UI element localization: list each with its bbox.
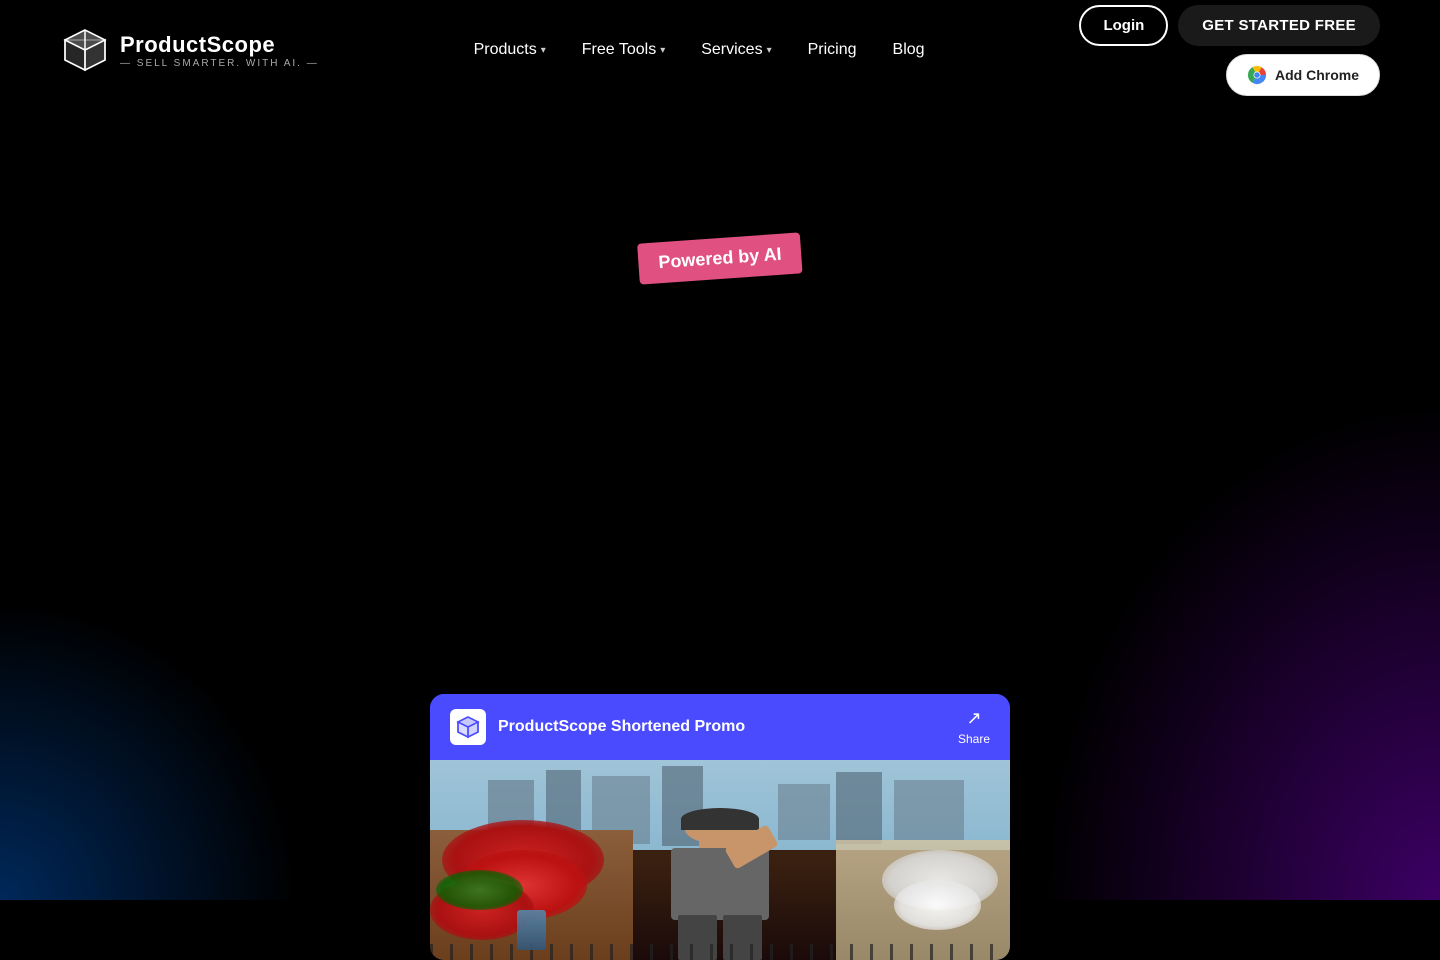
chevron-down-icon-services: ▾ [767,45,772,56]
nav-top-actions: Login GET STARTED FREE [1079,5,1380,46]
video-title-row: ProductScope Shortened Promo [450,709,745,745]
nav-item-products[interactable]: Products ▾ [460,33,560,67]
bg-glow-right [1040,400,1440,900]
navbar: ProductScope — SELL SMARTER. WITH AI. — … [0,0,1440,100]
logo-text: ProductScope — SELL SMARTER. WITH AI. — [120,32,319,69]
bg-glow-left [0,600,300,900]
nav-item-pricing[interactable]: Pricing [794,33,871,67]
share-label: Share [958,732,990,746]
person-silhouette [650,800,789,960]
share-icon: ↗ [966,708,981,729]
logo-icon [60,25,110,75]
nav-label-pricing: Pricing [808,41,857,59]
nav-item-blog[interactable]: Blog [879,33,939,67]
nav-label-blog: Blog [893,41,925,59]
product-bottle [517,910,546,950]
chevron-down-icon-tools: ▾ [660,45,665,56]
nav-actions: Login GET STARTED FREE Add Chrome [1079,5,1380,96]
building-6 [836,772,882,844]
logo-tagline: — SELL SMARTER. WITH AI. — [120,58,319,69]
nav-label-services: Services [701,41,762,59]
nav-item-free-tools[interactable]: Free Tools ▾ [568,33,679,67]
video-container: ProductScope Shortened Promo ↗ Share [430,694,1010,960]
video-logo [450,709,486,745]
nav-label-products: Products [474,41,537,59]
add-chrome-button[interactable]: Add Chrome [1226,54,1380,96]
add-chrome-label: Add Chrome [1275,67,1359,83]
video-share-button[interactable]: ↗ Share [958,708,990,746]
logo[interactable]: ProductScope — SELL SMARTER. WITH AI. — [60,25,319,75]
login-button[interactable]: Login [1079,5,1168,46]
chrome-icon [1247,65,1267,85]
get-started-button[interactable]: GET STARTED FREE [1178,5,1380,46]
video-thumbnail[interactable] [430,760,1010,960]
nav-label-free-tools: Free Tools [582,41,656,59]
building-7 [894,780,964,840]
chevron-down-icon: ▾ [541,45,546,56]
video-logo-icon [456,715,480,739]
flowers-right-2 [894,880,981,930]
nav-item-services[interactable]: Services ▾ [687,33,785,67]
video-channel-name: ProductScope Shortened Promo [498,718,745,736]
logo-name: ProductScope [120,32,319,58]
nav-links: Products ▾ Free Tools ▾ Services ▾ Prici… [460,33,939,67]
powered-by-ai-badge: Powered by AI [637,232,803,284]
video-header: ProductScope Shortened Promo ↗ Share [430,694,1010,760]
leaves-1 [436,870,523,910]
